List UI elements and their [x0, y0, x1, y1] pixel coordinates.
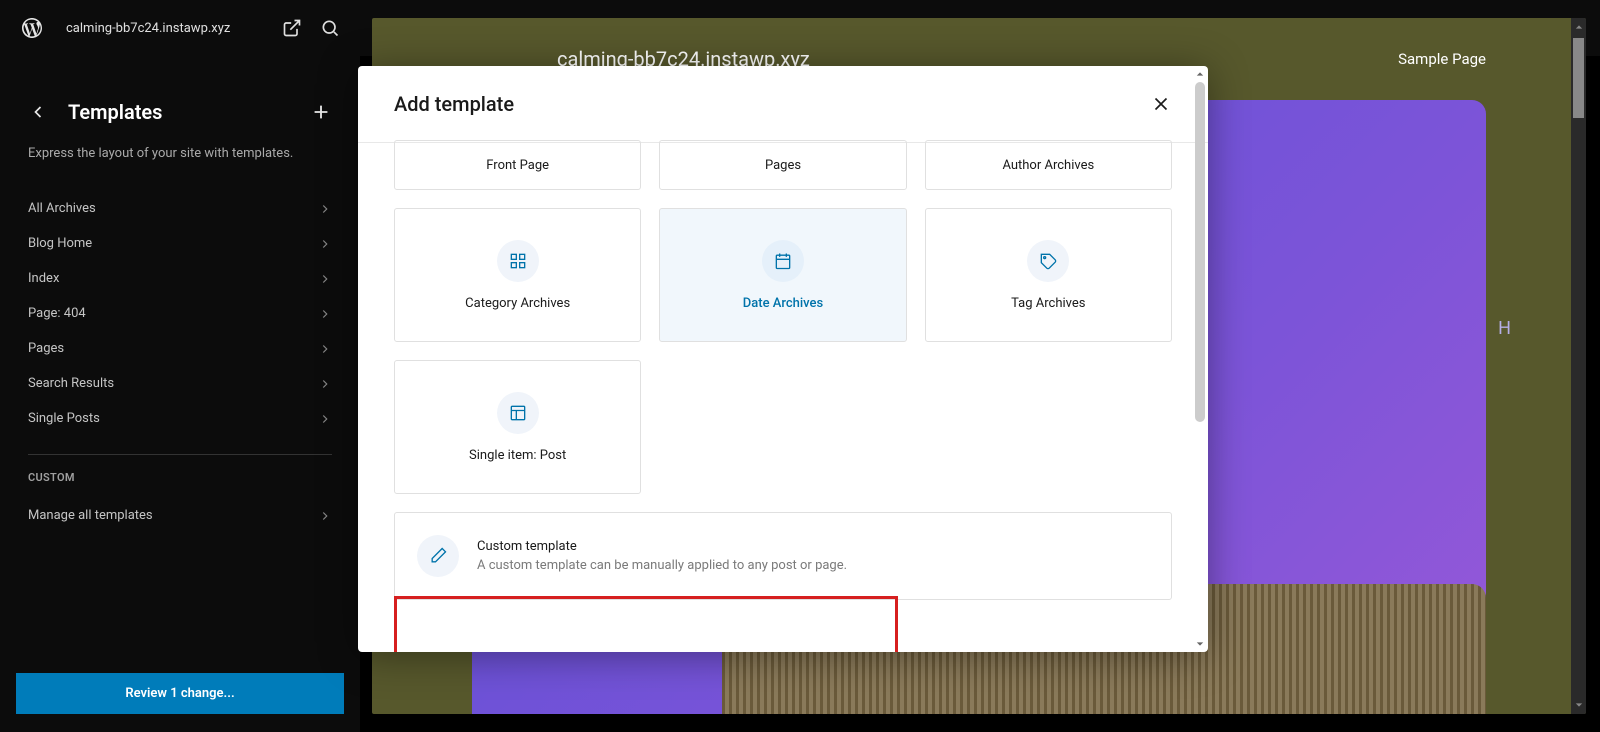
layout-icon	[508, 403, 528, 423]
sidebar-item-label: Index	[28, 271, 59, 286]
sidebar-item-manage-all[interactable]: Manage all templates	[0, 498, 360, 533]
scroll-down-icon[interactable]	[1194, 638, 1206, 650]
sidebar-item-single-posts[interactable]: Single Posts	[0, 401, 360, 436]
external-link-icon[interactable]	[282, 18, 302, 38]
card-label: Author Archives	[1002, 158, 1094, 173]
card-label: Date Archives	[743, 296, 823, 311]
search-icon[interactable]	[320, 18, 340, 38]
sidebar: Templates Express the layout of your sit…	[0, 56, 360, 732]
review-changes-button[interactable]: Review 1 change...	[16, 673, 344, 714]
back-button[interactable]	[28, 102, 48, 122]
sidebar-item-page-404[interactable]: Page: 404	[0, 296, 360, 331]
preview-heading-fragment: H	[1498, 318, 1511, 339]
card-label: Single item: Post	[469, 448, 566, 463]
template-card-front-page[interactable]: Front Page	[394, 140, 641, 190]
template-card-category-archives[interactable]: Category Archives	[394, 208, 641, 342]
sidebar-description: Express the layout of your site with tem…	[0, 146, 360, 161]
card-label: Tag Archives	[1011, 296, 1085, 311]
card-label: Category Archives	[465, 296, 570, 311]
sidebar-item-all-archives[interactable]: All Archives	[0, 191, 360, 226]
sidebar-item-label: Pages	[28, 341, 64, 356]
chevron-right-icon	[318, 342, 332, 356]
template-card-tag-archives[interactable]: Tag Archives	[925, 208, 1172, 342]
card-label: Front Page	[486, 158, 549, 173]
add-template-button[interactable]	[310, 101, 332, 123]
sidebar-item-label: Blog Home	[28, 236, 92, 251]
add-template-modal: Add template Front Page Pages Author Arc…	[358, 66, 1208, 652]
sidebar-item-pages[interactable]: Pages	[0, 331, 360, 366]
custom-template-section: Custom template A custom template can be…	[394, 512, 1172, 600]
sidebar-item-label: Manage all templates	[28, 508, 153, 523]
sidebar-item-search-results[interactable]: Search Results	[0, 366, 360, 401]
wordpress-logo-icon[interactable]	[20, 16, 44, 40]
template-card-date-archives[interactable]: Date Archives	[659, 208, 906, 342]
modal-title: Add template	[394, 92, 514, 116]
divider	[28, 454, 332, 455]
sidebar-item-label: Page: 404	[28, 306, 86, 321]
chevron-right-icon	[318, 237, 332, 251]
chevron-right-icon	[318, 307, 332, 321]
tag-icon	[1038, 251, 1058, 271]
sidebar-item-blog-home[interactable]: Blog Home	[0, 226, 360, 261]
site-name-label[interactable]: calming-bb7c24.instawp.xyz	[66, 21, 230, 36]
close-icon[interactable]	[1150, 93, 1172, 115]
scrollbar-thumb[interactable]	[1195, 82, 1205, 422]
scroll-up-icon[interactable]	[1573, 20, 1584, 34]
modal-scrollbar[interactable]	[1194, 68, 1206, 650]
preview-nav-link[interactable]: Sample Page	[1398, 50, 1486, 68]
grid-icon	[508, 251, 528, 271]
calendar-icon	[773, 251, 793, 271]
template-card-single-post[interactable]: Single item: Post	[394, 360, 641, 494]
chevron-right-icon	[318, 377, 332, 391]
chevron-right-icon	[318, 202, 332, 216]
pencil-icon	[428, 546, 448, 566]
sidebar-title: Templates	[68, 100, 310, 124]
custom-template-title: Custom template	[477, 539, 847, 554]
custom-section-label: CUSTOM	[0, 471, 360, 484]
card-label: Pages	[765, 158, 801, 173]
scroll-down-icon[interactable]	[1573, 698, 1584, 712]
custom-template-description: A custom template can be manually applie…	[477, 558, 847, 573]
highlight-annotation	[394, 596, 898, 652]
sidebar-item-index[interactable]: Index	[0, 261, 360, 296]
chevron-right-icon	[318, 272, 332, 286]
scrollbar-thumb[interactable]	[1573, 38, 1584, 118]
chevron-right-icon	[318, 509, 332, 523]
custom-template-item[interactable]: Custom template A custom template can be…	[395, 513, 1171, 599]
sidebar-item-label: All Archives	[28, 201, 96, 216]
preview-scrollbar[interactable]	[1571, 18, 1586, 714]
template-card-pages[interactable]: Pages	[659, 140, 906, 190]
sidebar-item-label: Single Posts	[28, 411, 100, 426]
scroll-up-icon[interactable]	[1194, 68, 1206, 80]
sidebar-item-label: Search Results	[28, 376, 114, 391]
chevron-right-icon	[318, 412, 332, 426]
template-card-author-archives[interactable]: Author Archives	[925, 140, 1172, 190]
